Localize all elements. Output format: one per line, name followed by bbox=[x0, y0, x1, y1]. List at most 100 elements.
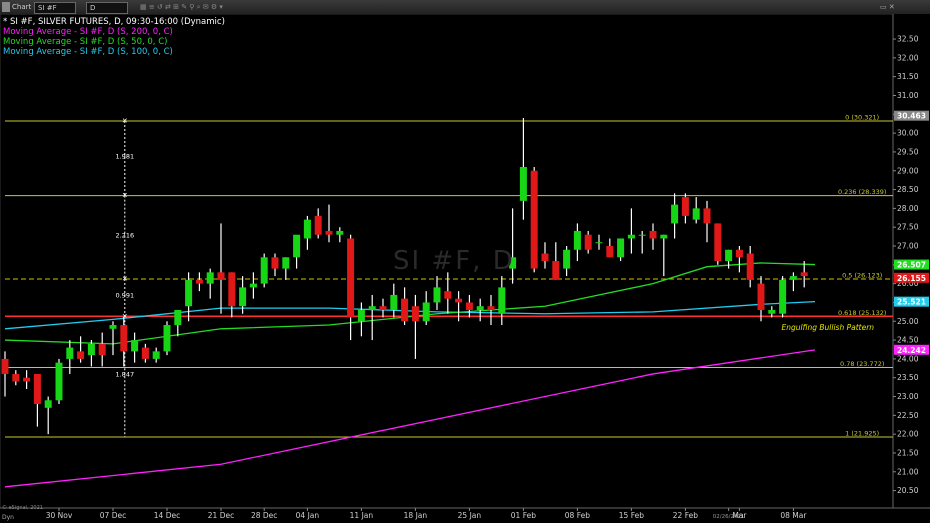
candle-body bbox=[800, 272, 808, 277]
symbol-input[interactable]: SI #F bbox=[34, 2, 76, 14]
candle-body bbox=[195, 279, 203, 284]
y-tick-label: 22.50 bbox=[897, 411, 919, 420]
y-tick-label: 27.50 bbox=[897, 223, 919, 232]
candle-body bbox=[141, 347, 149, 359]
measure-marker: ✕ bbox=[122, 275, 128, 283]
candle-body bbox=[249, 283, 257, 288]
toolbar-icons[interactable]: ▦ ≡ ↺ ⇄ ⊞ ✎ ⚲ ⌕ ✉ ⚙ ▾ bbox=[140, 2, 223, 12]
candle-body bbox=[206, 272, 214, 284]
interval-input[interactable]: D bbox=[86, 2, 128, 14]
candle-body bbox=[347, 238, 355, 318]
candle-body bbox=[725, 249, 733, 262]
candle-body bbox=[174, 309, 182, 326]
candle-body bbox=[185, 279, 193, 307]
candle-body bbox=[98, 343, 106, 356]
window-controls[interactable]: ▭ ✕ bbox=[880, 2, 895, 12]
candle-body bbox=[1, 358, 9, 374]
pattern-annotation: Engulfing Bullish Pattern bbox=[782, 323, 875, 332]
candle-body bbox=[573, 230, 581, 250]
measure-label: 2.216 bbox=[115, 231, 134, 239]
copyright-label: © eSignal, 2021 bbox=[2, 505, 43, 511]
fib-level-label: 0 (30.321) bbox=[845, 114, 879, 122]
candle-body bbox=[671, 204, 679, 224]
price-label: 24.242 bbox=[897, 346, 926, 355]
candle-body bbox=[606, 246, 614, 258]
x-tick-label: 01 Feb bbox=[511, 511, 536, 520]
candle-body bbox=[660, 234, 668, 239]
x-tick-label: 30 Nov bbox=[46, 511, 73, 520]
measure-marker: ✕ bbox=[122, 192, 128, 200]
candle-body bbox=[33, 373, 41, 405]
fib-level-label: 1 (21.925) bbox=[845, 429, 879, 437]
y-tick-label: 22.00 bbox=[897, 430, 919, 439]
x-tick-label: 21 Dec bbox=[208, 511, 234, 520]
price-label: 26.155 bbox=[897, 274, 926, 283]
y-tick-label: 28.00 bbox=[897, 204, 919, 213]
candle-body bbox=[120, 325, 128, 352]
x-tick-label: 25 Jan bbox=[458, 511, 482, 520]
candle-body bbox=[379, 306, 387, 310]
chart-icon bbox=[2, 2, 10, 12]
candle-body bbox=[66, 347, 74, 359]
y-tick-label: 27.00 bbox=[897, 242, 919, 251]
candle-body bbox=[714, 223, 722, 262]
candle-body bbox=[217, 272, 225, 280]
candle-body bbox=[541, 253, 549, 262]
symbol-watermark: SI #F, D bbox=[393, 246, 515, 276]
y-tick-label: 28.50 bbox=[897, 185, 919, 194]
candle-body bbox=[768, 309, 776, 314]
y-tick-label: 32.00 bbox=[897, 53, 919, 62]
candle-body bbox=[487, 306, 495, 310]
candle-body bbox=[411, 306, 419, 322]
legend-ma100: Moving Average - SI #F, D (S, 100, 0, C) bbox=[3, 47, 173, 57]
candle-body bbox=[779, 279, 787, 314]
candle-body bbox=[455, 298, 463, 303]
candle-body bbox=[703, 208, 711, 224]
toolbar: Chart SI #F D ▦ ≡ ↺ ⇄ ⊞ ✎ ⚲ ⌕ ✉ ⚙ ▾ ▭ ✕ bbox=[0, 0, 930, 15]
candle-body bbox=[357, 309, 365, 322]
legend-ma200: Moving Average - SI #F, D (S, 200, 0, C) bbox=[3, 27, 173, 37]
chart-tab-label[interactable]: Chart bbox=[12, 2, 31, 12]
candle-body bbox=[552, 261, 560, 280]
y-tick-label: 20.50 bbox=[897, 486, 919, 495]
candle-body bbox=[681, 197, 689, 216]
y-tick-label: 31.50 bbox=[897, 72, 919, 81]
y-tick-label: 29.50 bbox=[897, 147, 919, 156]
x-tick-label: 15 Feb bbox=[619, 511, 644, 520]
measure-marker: ✕ bbox=[122, 117, 128, 125]
x-tick-label: 08 Feb bbox=[565, 511, 590, 520]
fib-level-label: 0.5 (26.123) bbox=[842, 272, 882, 280]
candle-body bbox=[444, 291, 452, 299]
x-tick-label: 07 Dec bbox=[100, 511, 126, 520]
candle-body bbox=[260, 257, 268, 284]
fib-level-label: 0.78 (23.772) bbox=[840, 360, 884, 368]
candle-body bbox=[228, 272, 236, 307]
candle-body bbox=[239, 287, 247, 307]
y-tick-label: 23.50 bbox=[897, 373, 919, 382]
x-tick-label: 04 Jan bbox=[296, 511, 320, 520]
measure-label: 1.847 bbox=[115, 371, 134, 379]
candle-body bbox=[627, 234, 635, 239]
candle-body bbox=[23, 377, 31, 382]
candle-body bbox=[271, 257, 279, 269]
candle-body bbox=[282, 257, 290, 269]
candle-body bbox=[476, 306, 484, 310]
fib-level-label: 0.236 (28.339) bbox=[838, 188, 887, 196]
candle-body bbox=[757, 283, 765, 310]
y-tick-label: 23.00 bbox=[897, 392, 919, 401]
x-tick-label: 22 Feb bbox=[673, 511, 698, 520]
candle-body bbox=[77, 351, 85, 359]
y-tick-label: 30.00 bbox=[897, 129, 919, 138]
x-tick-label: 14 Dec bbox=[154, 511, 180, 520]
y-tick-label: 29.00 bbox=[897, 166, 919, 175]
x-tick-label: 08 Mar bbox=[780, 511, 807, 520]
y-tick-label: 21.50 bbox=[897, 448, 919, 457]
candle-body bbox=[390, 294, 398, 310]
x-tick-label: Mar bbox=[732, 511, 747, 520]
candle-body bbox=[314, 215, 322, 235]
candle-body bbox=[401, 298, 409, 322]
measure-label: 0.991 bbox=[115, 292, 134, 300]
measure-marker: ✕ bbox=[122, 312, 128, 320]
y-tick-label: 21.00 bbox=[897, 467, 919, 476]
y-tick-label: 31.00 bbox=[897, 91, 919, 100]
